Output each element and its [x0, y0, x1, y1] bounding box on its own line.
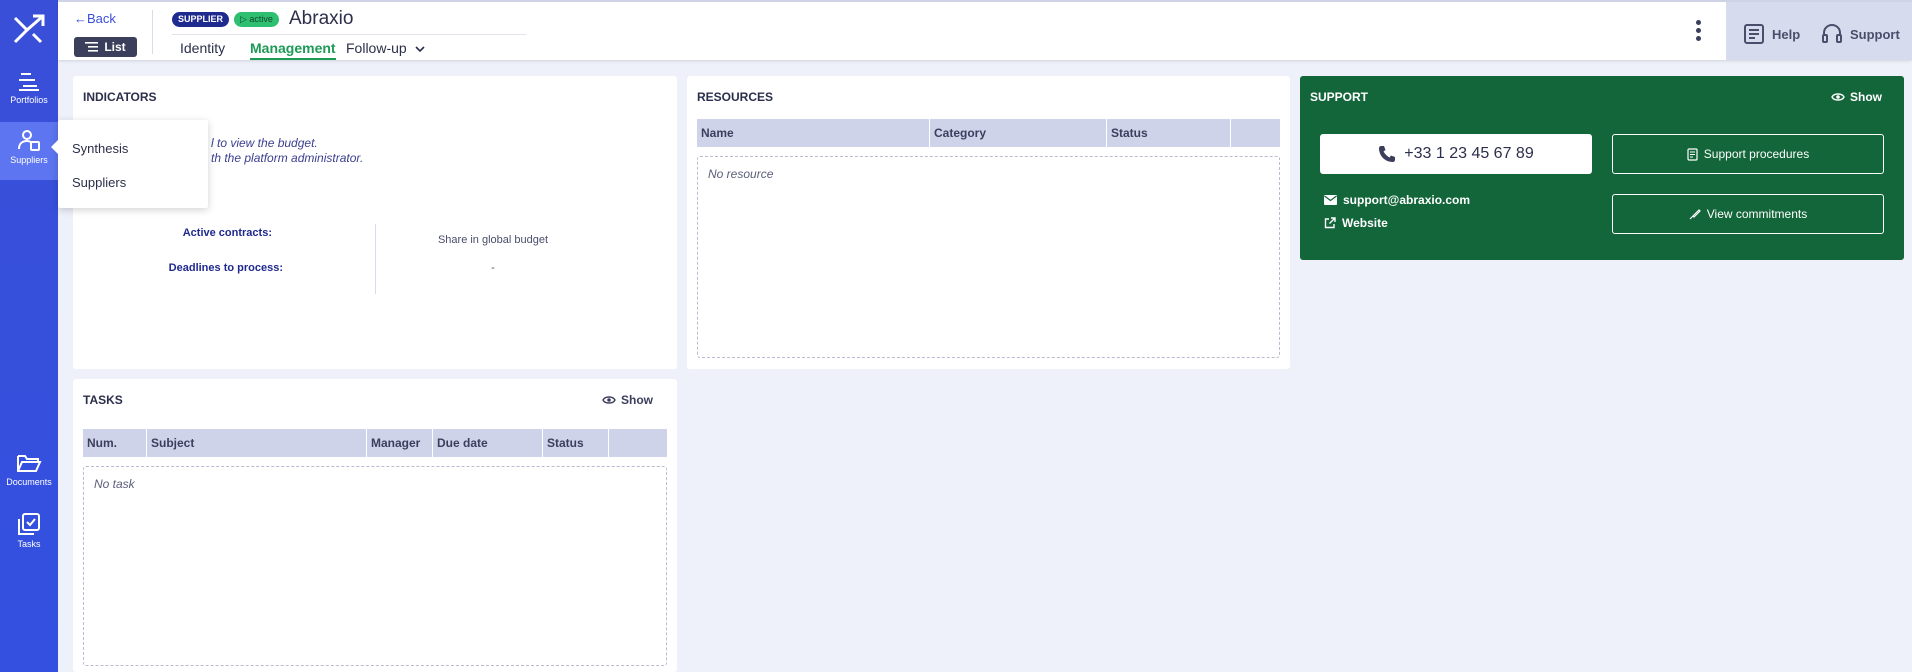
tab-management[interactable]: Management [250, 40, 336, 60]
support-button[interactable]: Support [1820, 22, 1900, 46]
column-header-num[interactable]: Num. [83, 429, 147, 457]
portfolios-icon [19, 73, 39, 91]
sidebar-item-documents[interactable]: Documents [0, 452, 58, 502]
eye-icon [602, 396, 616, 404]
card-title: RESOURCES [697, 90, 774, 104]
share-value: - [491, 262, 495, 274]
sidebar-item-label: Tasks [17, 539, 41, 549]
chevron-down-icon [415, 46, 425, 53]
resources-card: RESOURCES Name Category Status No resour… [687, 76, 1290, 369]
sidebar: Portfolios Suppliers Documents Tasks [0, 0, 58, 672]
card-title: INDICATORS [83, 90, 157, 104]
app-logo[interactable] [13, 14, 45, 44]
deadlines-label: Deadlines to process: [168, 262, 283, 274]
book-icon [1744, 24, 1764, 44]
tasks-icon [18, 513, 40, 535]
indicators-divider [375, 224, 376, 294]
column-header-manager[interactable]: Manager [367, 429, 433, 457]
empty-message: No task [94, 477, 135, 491]
resources-table-header: Name Category Status [697, 119, 1280, 147]
phone-icon [1379, 146, 1396, 162]
help-button[interactable]: Help [1742, 22, 1800, 46]
list-button[interactable]: List [74, 37, 137, 57]
suppliers-flyout-menu: Synthesis Suppliers [51, 120, 208, 208]
support-show-button[interactable]: Show [1831, 90, 1882, 104]
header: ←Back List SUPPLIER ▷ active Abraxio Ide… [58, 0, 1912, 60]
eye-icon [1831, 93, 1845, 101]
flyout-item-synthesis[interactable]: Synthesis [72, 141, 128, 156]
share-label: Share in global budget [437, 234, 549, 246]
sidebar-item-suppliers[interactable]: Suppliers [0, 122, 58, 180]
column-header-category[interactable]: Category [930, 119, 1107, 147]
resources-empty-state: No resource [697, 156, 1280, 358]
document-icon [1687, 147, 1698, 161]
help-area: Help Support [1726, 2, 1912, 60]
tasks-show-button[interactable]: Show [602, 393, 653, 407]
header-divider [152, 10, 153, 54]
column-header-status[interactable]: Status [1107, 119, 1231, 147]
phone-button[interactable]: +33 1 23 45 67 89 [1320, 134, 1592, 174]
tasks-table-header: Num. Subject Manager Due date Status [83, 429, 667, 457]
empty-message: No resource [708, 167, 774, 181]
support-card: SUPPORT Show +33 1 23 45 67 89 Support p… [1300, 76, 1904, 260]
column-header-actions [1231, 119, 1280, 147]
type-badge: SUPPLIER [172, 12, 230, 27]
more-options-icon[interactable] [1694, 20, 1702, 46]
column-header-actions [609, 429, 667, 457]
sidebar-item-label: Suppliers [10, 155, 48, 165]
budget-message: l to view the budget. th the platform ad… [211, 136, 364, 165]
card-title: TASKS [83, 393, 123, 407]
flyout-item-suppliers[interactable]: Suppliers [72, 175, 126, 190]
status-badge: ▷ active [234, 12, 279, 27]
arrow-left-icon: ← [74, 11, 87, 26]
sidebar-item-tasks[interactable]: Tasks [0, 512, 58, 562]
column-header-subject[interactable]: Subject [147, 429, 367, 457]
tasks-card: TASKS Show Num. Subject Manager Due date… [73, 379, 677, 672]
back-link[interactable]: ←Back [74, 11, 116, 26]
page-title: Abraxio [289, 8, 354, 29]
folder-icon [17, 455, 42, 472]
column-header-status[interactable]: Status [543, 429, 609, 457]
support-procedures-button[interactable]: Support procedures [1612, 134, 1884, 174]
signature-icon [1689, 209, 1701, 220]
column-header-due-date[interactable]: Due date [433, 429, 543, 457]
sidebar-item-label: Portfolios [10, 95, 48, 105]
card-title: SUPPORT [1310, 90, 1369, 104]
tab-follow-up[interactable]: Follow-up [346, 40, 425, 56]
tab-bar: Identity Management Follow-up [172, 34, 526, 60]
website-link[interactable]: Website [1324, 216, 1388, 230]
view-commitments-button[interactable]: View commitments [1612, 194, 1884, 234]
list-icon [85, 42, 99, 52]
suppliers-icon [18, 130, 40, 151]
sidebar-item-label: Documents [6, 477, 52, 487]
external-link-icon [1324, 217, 1336, 229]
sidebar-item-portfolios[interactable]: Portfolios [0, 66, 58, 116]
mail-icon [1324, 195, 1337, 205]
column-header-name[interactable]: Name [697, 119, 930, 147]
support-email[interactable]: support@abraxio.com [1324, 193, 1470, 207]
tab-identity[interactable]: Identity [180, 40, 225, 56]
tasks-empty-state: No task [83, 466, 667, 666]
headset-icon [1822, 23, 1842, 43]
active-contracts-label: Active contracts: [182, 227, 272, 239]
